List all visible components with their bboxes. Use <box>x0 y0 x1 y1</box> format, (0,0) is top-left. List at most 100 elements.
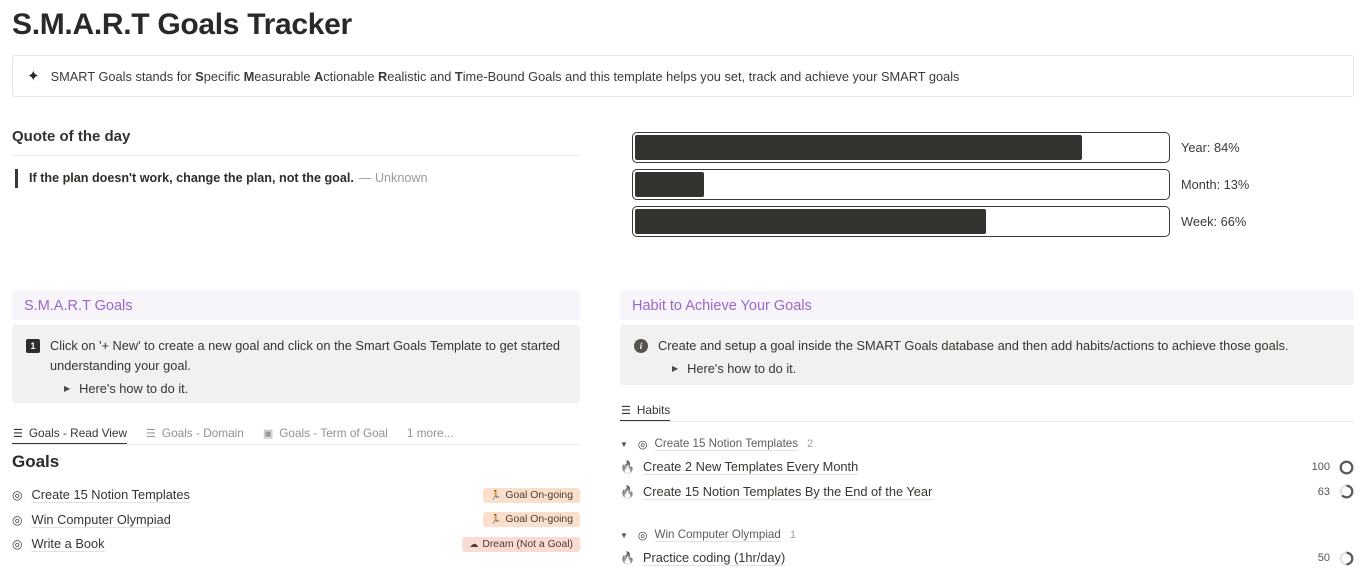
goal-row[interactable]: ◎ Win Computer Olympiad 🏃 Goal On-going <box>12 508 580 532</box>
quote-accent-bar <box>15 169 18 188</box>
notion-page: S.M.A.R.T Goals Tracker ✦ SMART Goals st… <box>0 0 1366 588</box>
flame-icon: 🔥 <box>620 484 635 499</box>
flame-icon: 🔥 <box>620 460 635 474</box>
smart-goals-section-header: S.M.A.R.T Goals <box>12 291 580 320</box>
target-icon: ◎ <box>637 438 648 451</box>
callout-text: Create and setup a goal inside the SMART… <box>658 338 1289 353</box>
progress-bars: Year: 84% Month: 13% Week: 66% <box>632 132 1249 243</box>
tab-label: Habits <box>636 403 671 417</box>
goal-row[interactable]: ◎ Write a Book ☁ Dream (Not a Goal) <box>12 532 580 556</box>
cloud-icon: ☁ <box>469 538 479 549</box>
progress-bar-year: Year: 84% <box>632 132 1249 163</box>
progress-label: Week: 66% <box>1181 214 1247 229</box>
progress-track <box>632 206 1170 237</box>
goal-name[interactable]: Create 15 Notion Templates <box>31 487 190 503</box>
runner-icon: 🏃 <box>490 489 502 500</box>
list-view-icon: ☰ <box>13 427 23 440</box>
intro-callout: ✦ SMART Goals stands for Specific Measur… <box>12 55 1354 97</box>
habit-row[interactable]: 🔥 Create 2 New Templates Every Month 100 <box>620 455 1354 479</box>
list-view-icon: ☰ <box>621 404 631 417</box>
callout-toggle[interactable]: ▶ Here's how to do it. <box>634 361 1340 376</box>
tab-goals-read-view[interactable]: ☰ Goals - Read View <box>12 426 134 445</box>
callout-text: Click on '+ New' to create a new goal an… <box>50 338 561 373</box>
habit-group-count: 1 <box>789 529 796 541</box>
habit-name[interactable]: Create 2 New Templates Every Month <box>642 459 859 475</box>
habit-row[interactable]: 🔥 Create 15 Notion Templates By the End o… <box>620 480 1354 504</box>
habit-row[interactable]: 🔥 Practice coding (1hr/day) 50 <box>620 546 1354 570</box>
sparkles-icon: ✦ <box>27 67 40 85</box>
tab-label: 1 more... <box>406 426 454 440</box>
habit-name[interactable]: Practice coding (1hr/day) <box>642 550 786 566</box>
tab-goals-term-of-goal[interactable]: ▣ Goals - Term of Goal <box>262 426 395 445</box>
tab-goals-domain[interactable]: ☰ Goals - Domain <box>145 426 251 445</box>
gallery-view-icon: ▣ <box>262 427 274 440</box>
habit-name[interactable]: Create 15 Notion Templates By the End of… <box>642 484 933 500</box>
quote-block: If the plan doesn't work, change the pla… <box>15 169 427 188</box>
goals-tabs-divider <box>12 444 580 445</box>
habits-view-tabs[interactable]: ☰ Habits <box>620 396 688 422</box>
target-icon: ◎ <box>12 512 23 527</box>
goal-status-label: Goal On-going <box>505 489 573 501</box>
triangle-down-icon[interactable]: ▼ <box>620 440 628 449</box>
habit-progress: 100 <box>1312 460 1354 475</box>
triangle-right-icon[interactable]: ▶ <box>64 384 70 393</box>
goals-list-title: Goals <box>12 452 60 471</box>
callout-toggle-label[interactable]: Here's how to do it. <box>79 381 188 396</box>
progress-track <box>632 132 1170 163</box>
progress-label: Year: 84% <box>1181 140 1240 155</box>
progress-bar-month: Month: 13% <box>632 169 1249 200</box>
triangle-right-icon[interactable]: ▶ <box>672 364 678 373</box>
habit-progress: 63 <box>1318 484 1354 499</box>
habits-tabs-divider <box>620 421 1354 422</box>
callout-toggle[interactable]: ▶ Here's how to do it. <box>26 381 566 396</box>
callout-body: i Create and setup a goal inside the SMA… <box>634 336 1340 356</box>
goal-status-label: Dream (Not a Goal) <box>482 538 573 550</box>
runner-icon: 🏃 <box>490 514 502 524</box>
habit-group-name[interactable]: Create 15 Notion Templates <box>654 437 799 451</box>
progress-fill <box>635 209 987 234</box>
goals-view-tabs[interactable]: ☰ Goals - Read View ☰ Goals - Domain ▣ Goals … <box>12 419 471 445</box>
goal-status-tag: ☁ Dream (Not a Goal) <box>462 536 580 552</box>
smart-goals-callout: 1 Click on '+ New' to create a new goal … <box>12 325 580 403</box>
tab-label: Goals - Term of Goal <box>279 426 388 440</box>
tab-label: Goals - Domain <box>161 426 244 440</box>
progress-fill <box>635 172 705 197</box>
quote-divider <box>12 155 580 156</box>
quote-heading: Quote of the day <box>12 128 131 145</box>
flame-icon: 🔥 <box>620 551 635 565</box>
info-icon: i <box>634 336 648 354</box>
habit-group-header[interactable]: ▼ ◎ Create 15 Notion Templates 2 <box>620 433 1354 455</box>
tab-label: Goals - Read View <box>28 426 128 440</box>
target-icon: ◎ <box>12 537 23 551</box>
progress-fill <box>635 135 1082 160</box>
habit-progress-ring <box>1339 484 1354 499</box>
habit-group-header[interactable]: ▼ ◎ Win Computer Olympiad 1 <box>620 524 1354 546</box>
habits-section-header: Habit to Achieve Your Goals <box>620 291 1354 320</box>
tab-habits[interactable]: ☰ Habits <box>620 403 677 422</box>
habit-value: 50 <box>1317 552 1330 564</box>
goal-row[interactable]: ◎ Create 15 Notion Templates 🏃 Goal On-goin… <box>12 483 580 507</box>
progress-bar-week: Week: 66% <box>632 206 1249 237</box>
page-title: S.M.A.R.T Goals Tracker <box>12 8 352 41</box>
habit-progress-ring <box>1339 460 1354 474</box>
habit-value: 100 <box>1311 461 1330 473</box>
list-view-icon: ☰ <box>146 427 156 440</box>
target-icon: ◎ <box>12 488 23 502</box>
habit-progress-ring <box>1339 551 1354 565</box>
quote-text: If the plan doesn't work, change the pla… <box>29 171 354 185</box>
callout-toggle-label[interactable]: Here's how to do it. <box>687 361 796 376</box>
goal-name[interactable]: Win Computer Olympiad <box>31 512 171 528</box>
goal-status-tag: 🏃 Goal On-going <box>483 487 580 503</box>
intro-callout-text: SMART Goals stands for Specific Measurab… <box>50 68 960 84</box>
progress-track <box>632 169 1170 200</box>
habits-callout: i Create and setup a goal inside the SMA… <box>620 325 1354 385</box>
goal-name[interactable]: Write a Book <box>31 536 105 552</box>
triangle-down-icon[interactable]: ▼ <box>620 531 628 540</box>
goal-status-tag: 🏃 Goal On-going <box>483 512 580 527</box>
progress-label: Month: 13% <box>1181 177 1250 192</box>
habit-group-name[interactable]: Win Computer Olympiad <box>654 528 781 542</box>
tab-1-more[interactable]: 1 more... <box>406 426 461 445</box>
keycap-one-icon: 1 <box>26 336 40 354</box>
goal-status-label: Goal On-going <box>505 514 573 525</box>
habit-value: 63 <box>1317 485 1330 498</box>
